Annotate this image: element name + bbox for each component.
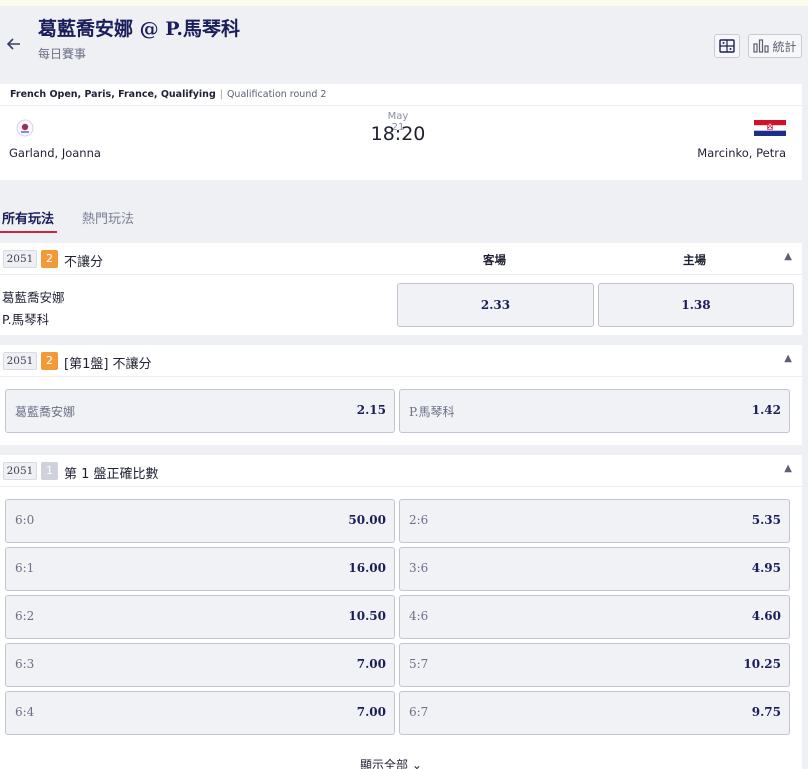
scoreboard-button[interactable] xyxy=(714,34,740,58)
score-odds[interactable]: 3:6 4.95 xyxy=(399,547,790,591)
market-count-badge: 2 xyxy=(41,250,58,268)
market-count-badge: 1 xyxy=(41,462,58,480)
taiwan-flag-icon xyxy=(16,119,34,137)
tab-popular-markets[interactable]: 熱門玩法 xyxy=(82,208,134,227)
market-set1-moneyline: 2051 2 [第1盤] 不讓分 ▲ 葛藍喬安娜 2.15 P.馬琴科 1.42 xyxy=(0,345,802,445)
odds-selection[interactable]: 葛藍喬安娜 2.15 xyxy=(5,389,395,433)
score-odds[interactable]: 4:6 4.60 xyxy=(399,595,790,639)
show-all-button[interactable]: 顯示全部 ⌄ xyxy=(360,756,422,769)
page-header: 葛藍喬安娜 @ P.馬琴科 每日賽事 統計 xyxy=(0,6,802,81)
score-odds-value: 7.00 xyxy=(356,657,386,671)
market-code: 2051 xyxy=(3,462,37,480)
market-header[interactable]: 2051 2 [第1盤] 不讓分 ▲ xyxy=(0,345,802,377)
score-label: 6:2 xyxy=(15,609,35,623)
column-home: 主場 xyxy=(683,253,706,267)
market-set1-correct-score: 2051 1 第 1 盤正確比數 ▲ 6:0 50.00 2:6 5.35 6:… xyxy=(0,455,802,769)
column-away: 客場 xyxy=(483,253,506,267)
bar-chart-icon xyxy=(753,39,770,53)
match-time: 18:20 xyxy=(370,123,426,145)
chevron-up-icon[interactable]: ▲ xyxy=(784,353,792,364)
away-player-name: Marcinko, Petra xyxy=(697,146,786,160)
separator: | xyxy=(219,89,223,100)
score-odds-value: 4.95 xyxy=(751,561,781,575)
score-label: 6:1 xyxy=(15,561,35,575)
score-label: 6:0 xyxy=(15,513,35,527)
home-player-name: Garland, Joanna xyxy=(9,146,101,160)
score-odds[interactable]: 6:7 9.75 xyxy=(399,691,790,735)
tournament-name: French Open, Paris, France, Qualifying xyxy=(10,89,216,100)
round-label: Qualification round 2 xyxy=(226,89,327,100)
odds-selection[interactable]: P.馬琴科 1.42 xyxy=(399,389,790,433)
divider xyxy=(0,105,802,106)
odds-home[interactable]: 1.38 xyxy=(598,283,794,327)
score-odds[interactable]: 6:4 7.00 xyxy=(5,691,395,735)
score-odds-value: 16.00 xyxy=(348,561,386,575)
chevron-up-icon[interactable]: ▲ xyxy=(784,251,792,262)
score-odds[interactable]: 2:6 5.35 xyxy=(399,499,790,543)
score-odds[interactable]: 5:7 10.25 xyxy=(399,643,790,687)
player1-name: 葛藍喬安娜 xyxy=(2,290,65,305)
odds-away[interactable]: 2.33 xyxy=(397,283,594,327)
chevron-down-icon: ⌄ xyxy=(411,758,422,769)
market-code: 2051 xyxy=(3,250,37,268)
score-label: 4:6 xyxy=(409,609,429,623)
tab-all-markets[interactable]: 所有玩法 xyxy=(2,208,54,227)
score-odds-value: 9.75 xyxy=(751,705,781,719)
selection-label: P.馬琴科 xyxy=(409,405,455,419)
score-odds-value: 10.50 xyxy=(348,609,386,623)
page-subtitle: 每日賽事 xyxy=(38,47,87,61)
market-count-badge: 2 xyxy=(41,352,58,370)
score-odds[interactable]: 6:3 7.00 xyxy=(5,643,395,687)
selection-odds: 1.42 xyxy=(751,403,781,417)
score-odds-value: 5.35 xyxy=(751,513,781,527)
active-tab-indicator xyxy=(0,231,57,233)
match-card: French Open, Paris, France, Qualifying | Q… xyxy=(0,84,802,180)
page-title: 葛藍喬安娜 @ P.馬琴科 xyxy=(38,18,240,40)
score-label: 6:7 xyxy=(409,705,429,719)
score-label: 2:6 xyxy=(409,513,429,527)
score-odds[interactable]: 6:2 10.50 xyxy=(5,595,395,639)
score-label: 3:6 xyxy=(409,561,429,575)
selection-odds: 2.15 xyxy=(356,403,386,417)
market-header[interactable]: 2051 2 不讓分 客場 主場 ▲ xyxy=(0,243,802,275)
market-tabs: 所有玩法 熱門玩法 xyxy=(0,205,802,235)
score-label: 6:4 xyxy=(15,705,35,719)
score-odds-value: 7.00 xyxy=(356,705,386,719)
selection-label: 葛藍喬安娜 xyxy=(15,405,76,419)
score-odds-value: 4.60 xyxy=(751,609,781,623)
player-names: 葛藍喬安娜 P.馬琴科 xyxy=(2,287,65,331)
score-odds[interactable]: 6:0 50.00 xyxy=(5,499,395,543)
score-label: 5:7 xyxy=(409,657,429,671)
score-odds[interactable]: 6:1 16.00 xyxy=(5,547,395,591)
score-odds-value: 10.25 xyxy=(743,657,781,671)
arrow-left-icon[interactable] xyxy=(6,36,24,54)
stats-button[interactable]: 統計 xyxy=(748,34,802,58)
market-title: 不讓分 xyxy=(64,255,104,270)
market-title: [第1盤] 不讓分 xyxy=(64,357,152,372)
chevron-up-icon[interactable]: ▲ xyxy=(784,463,792,474)
score-odds-value: 50.00 xyxy=(348,513,386,527)
market-moneyline: 2051 2 不讓分 客場 主場 ▲ 葛藍喬安娜 P.馬琴科 2.33 1.38 xyxy=(0,243,802,335)
croatia-flag-icon xyxy=(754,120,786,136)
tournament-line: French Open, Paris, France, Qualifying | Q… xyxy=(10,89,326,100)
market-title: 第 1 盤正確比數 xyxy=(64,467,159,482)
stats-label: 統計 xyxy=(772,39,797,54)
show-all-label: 顯示全部 xyxy=(360,758,409,769)
market-header[interactable]: 2051 1 第 1 盤正確比數 ▲ xyxy=(0,455,802,487)
scoreboard-icon xyxy=(719,39,735,53)
score-label: 6:3 xyxy=(15,657,35,671)
market-code: 2051 xyxy=(3,352,37,370)
player2-name: P.馬琴科 xyxy=(2,312,50,327)
